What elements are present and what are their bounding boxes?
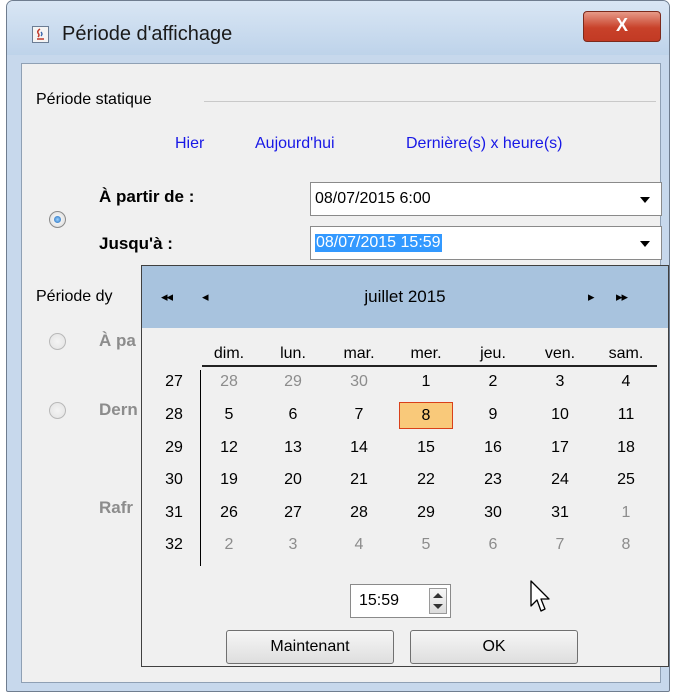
calendar-day[interactable]: 1 [402,373,450,391]
calendar-day[interactable]: 18 [602,439,650,457]
calendar-day[interactable]: 3 [269,536,317,554]
calendar-day[interactable]: 29 [402,504,450,522]
calendar-day[interactable]: 13 [269,439,317,457]
link-yesterday[interactable]: Hier [175,135,204,153]
calendar-day[interactable]: 29 [269,373,317,391]
calendar-day[interactable]: 11 [602,406,650,424]
from-label: À partir de : [99,187,195,206]
week-number: 30 [165,471,183,488]
calendar-day[interactable]: 31 [536,504,584,522]
calendar-day[interactable]: 5 [205,406,253,424]
from-date-combo[interactable]: 08/07/2015 6:00 [310,182,662,216]
ok-button[interactable]: OK [410,630,578,664]
week-number: 32 [165,536,183,553]
dynamic-from-radio[interactable] [49,333,66,350]
calendar-day[interactable]: 26 [205,504,253,522]
calendar-day[interactable]: 9 [469,406,517,424]
calendar-day[interactable]: 2 [469,373,517,391]
link-last-hours[interactable]: Dernière(s) x heure(s) [406,135,562,153]
week-number: 28 [165,406,183,423]
dynamic-section-label: Période dy [36,288,113,305]
close-button[interactable]: X [583,11,661,42]
calendar-day[interactable]: 28 [335,504,383,522]
title-bar: Période d'affichage X [7,1,669,55]
calendar-day-selected[interactable]: 8 [399,402,453,429]
java-app-icon [32,26,49,43]
calendar-day[interactable]: 23 [469,471,517,489]
next-year-button[interactable]: ▸▸ [616,289,628,305]
calendar-day[interactable]: 20 [269,471,317,489]
calendar-day[interactable]: 15 [402,439,450,457]
static-section-divider [204,101,656,102]
calendar-day[interactable]: 30 [469,504,517,522]
calendar-day[interactable]: 16 [469,439,517,457]
to-date-combo[interactable]: 08/07/2015 15:59 [310,226,662,260]
calendar-day[interactable]: 17 [536,439,584,457]
dynamic-last-radio[interactable] [49,402,66,419]
spinner-up-icon[interactable] [433,593,443,598]
weekday-divider [202,365,657,367]
calendar-day[interactable]: 27 [269,504,317,522]
dynamic-last-label: Dern [99,400,138,419]
calendar-day[interactable]: 1 [602,504,650,522]
from-date-value: 08/07/2015 6:00 [315,190,431,207]
calendar-day[interactable]: 24 [536,471,584,489]
calendar-day[interactable]: 22 [402,471,450,489]
calendar-day[interactable]: 6 [269,406,317,424]
calendar-day[interactable]: 4 [335,536,383,554]
mouse-cursor-icon [530,580,550,612]
calendar-popup: ◂◂ ◂ juillet 2015 ▸ ▸▸ dim. lun. mar. mer. j… [141,265,669,667]
week-number-divider [200,370,201,566]
calendar-day[interactable]: 2 [205,536,253,554]
calendar-day[interactable]: 5 [402,536,450,554]
calendar-day[interactable]: 21 [335,471,383,489]
weekday-label: dim. [213,345,245,362]
week-number: 31 [165,504,183,521]
to-date-value[interactable]: 08/07/2015 15:59 [315,234,442,252]
weekday-label: jeu. [480,345,506,362]
link-today[interactable]: Aujourd'hui [255,135,335,153]
calendar-day[interactable]: 6 [469,536,517,554]
close-icon: X [615,15,628,35]
time-spinner[interactable]: 15:59 [350,584,451,618]
calendar-header: ◂◂ ◂ juillet 2015 ▸ ▸▸ [142,266,668,328]
calendar-day[interactable]: 8 [602,536,650,554]
calendar-day[interactable]: 4 [602,373,650,391]
calendar-day[interactable]: 7 [536,536,584,554]
to-label: Jusqu'à : [99,234,173,253]
weekday-label: ven. [544,345,576,362]
weekday-label: sam. [608,345,644,362]
calendar-day[interactable]: 3 [536,373,584,391]
calendar-day[interactable]: 14 [335,439,383,457]
now-button[interactable]: Maintenant [226,630,394,664]
weekday-label: mar. [343,345,375,362]
next-month-button[interactable]: ▸ [588,289,594,305]
chevron-down-icon [640,197,650,203]
dynamic-from-label: À pa [99,331,136,350]
calendar-day[interactable]: 25 [602,471,650,489]
calendar-day[interactable]: 10 [536,406,584,424]
calendar-day[interactable]: 7 [335,406,383,424]
window-title: Période d'affichage [62,23,233,45]
week-number: 27 [165,373,183,390]
calendar-day[interactable]: 28 [205,373,253,391]
chevron-down-icon [640,241,650,247]
time-value[interactable]: 15:59 [359,592,399,610]
static-period-radio[interactable] [49,211,66,228]
refresh-label: Rafr [99,498,134,517]
week-number: 29 [165,439,183,456]
calendar-day[interactable]: 12 [205,439,253,457]
static-section-label: Période statique [36,91,152,108]
spinner-buttons[interactable] [429,588,447,614]
weekday-label: mer. [410,345,442,362]
weekday-label: lun. [280,345,306,362]
calendar-day[interactable]: 19 [205,471,253,489]
calendar-day[interactable]: 30 [335,373,383,391]
spinner-down-icon[interactable] [433,604,443,609]
